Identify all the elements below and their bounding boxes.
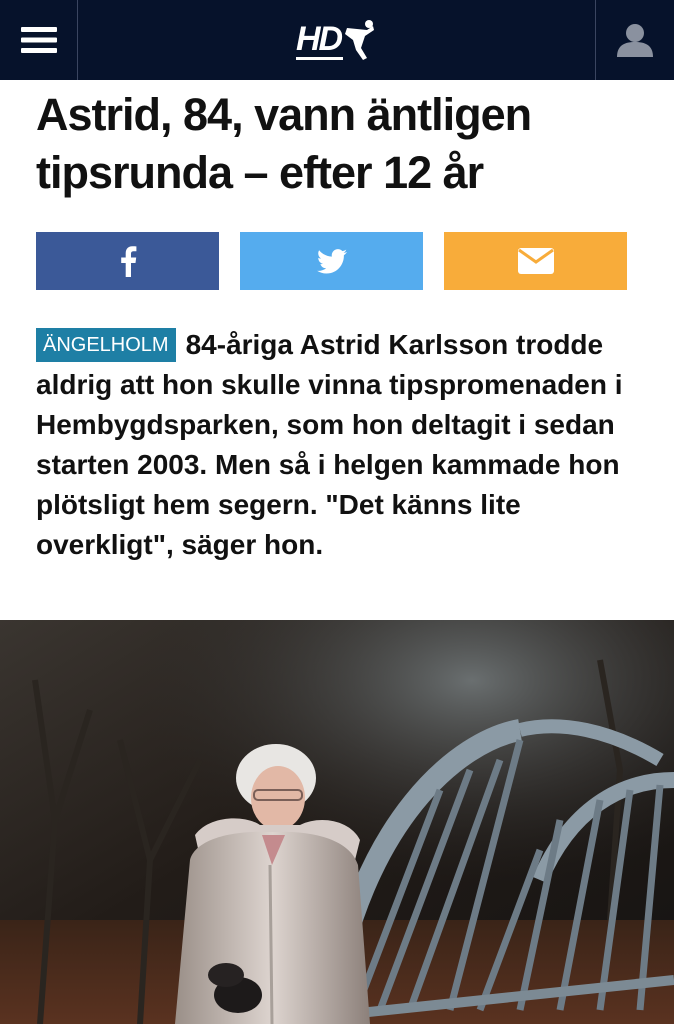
menu-button[interactable]: [0, 0, 78, 80]
share-buttons: [36, 232, 627, 290]
mail-icon: [517, 248, 554, 274]
article-headline: Astrid, 84, vann äntligen tipsrunda – ef…: [36, 89, 532, 198]
logo-figure-icon: [345, 20, 375, 60]
share-email-button[interactable]: [444, 232, 627, 290]
facebook-icon: [120, 246, 136, 277]
site-logo: HD: [295, 19, 343, 60]
hamburger-icon: [20, 27, 57, 53]
share-twitter-button[interactable]: [240, 232, 423, 290]
logo-link[interactable]: HD: [78, 0, 595, 80]
user-icon: [617, 24, 653, 57]
lead-text: 84-åriga Astrid Karlsson trodde aldrig a…: [36, 329, 623, 560]
user-account-button[interactable]: [595, 0, 674, 80]
location-tag[interactable]: ÄNGELHOLM: [36, 328, 176, 362]
twitter-icon: [316, 248, 347, 273]
article-photo: [0, 620, 674, 1024]
top-navigation-bar: HD: [0, 0, 674, 80]
share-facebook-button[interactable]: [36, 232, 219, 290]
article-lead: ÄNGELHOLM 84-åriga Astrid Karlsson trodde…: [36, 325, 646, 565]
